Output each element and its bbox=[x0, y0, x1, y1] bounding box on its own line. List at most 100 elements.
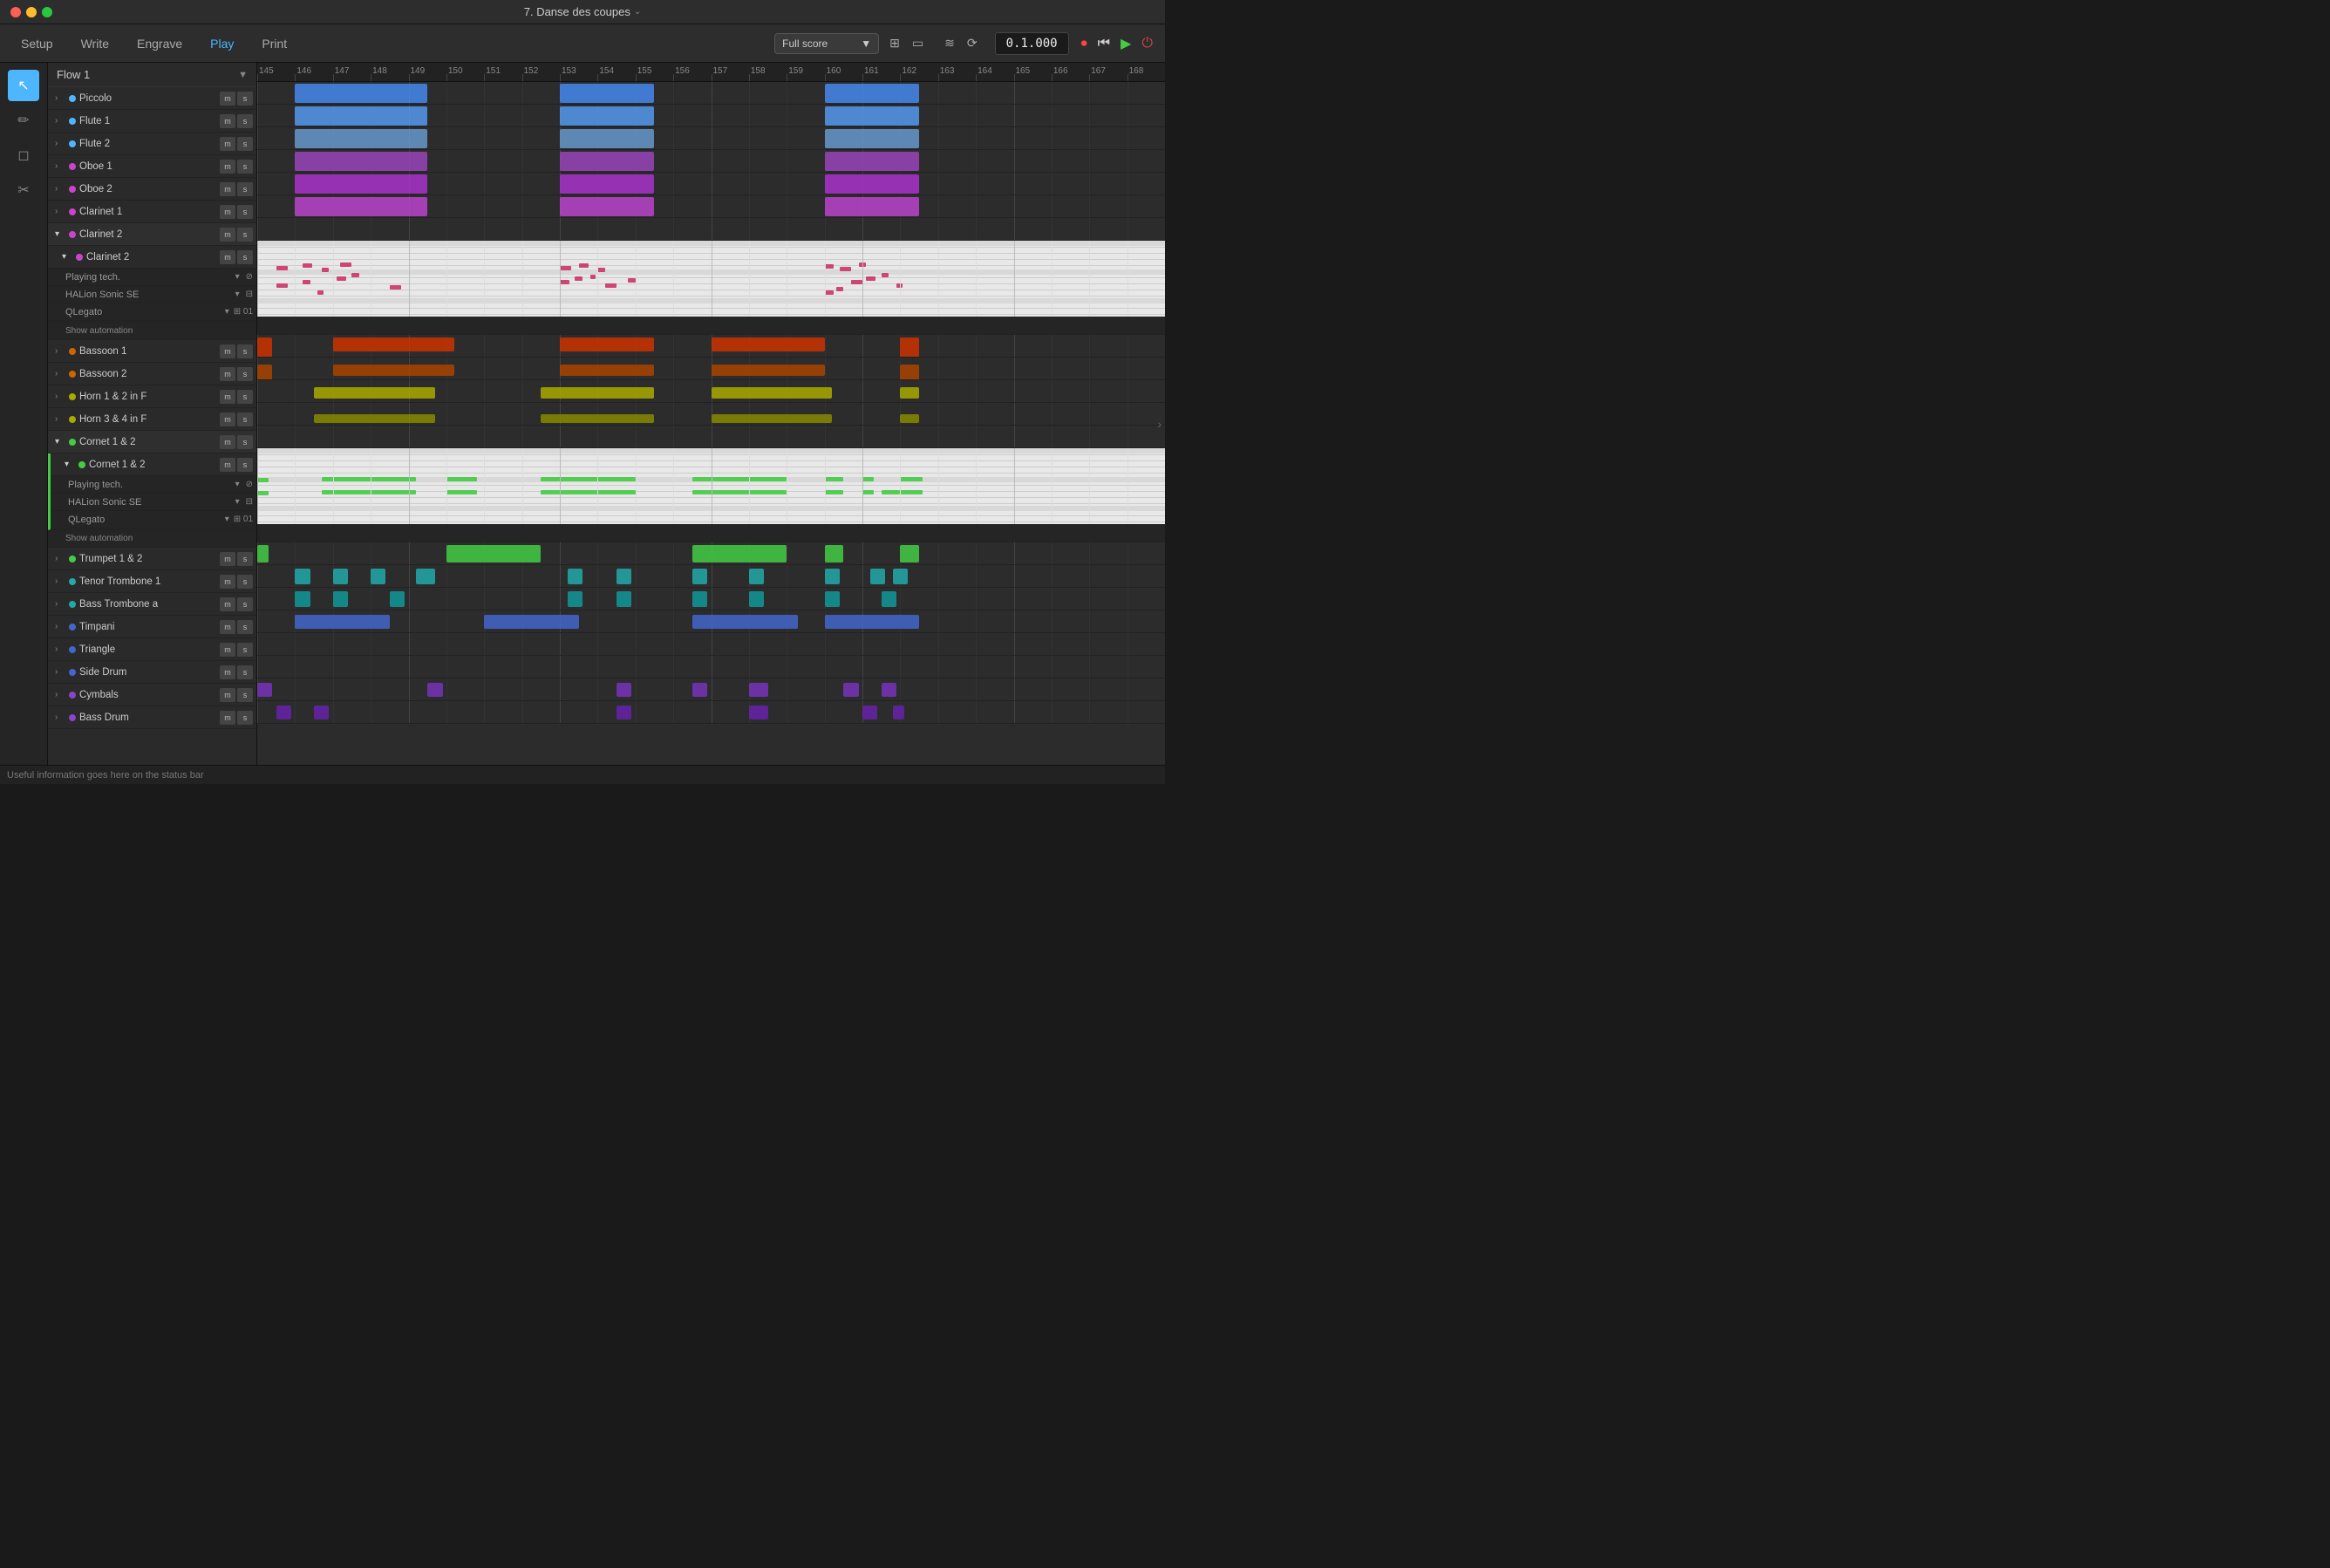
solo-button[interactable]: s bbox=[237, 182, 253, 196]
mute-button[interactable]: m bbox=[220, 367, 235, 381]
solo-button[interactable]: s bbox=[237, 344, 253, 358]
solo-button[interactable]: s bbox=[237, 552, 253, 566]
solo-button[interactable]: s bbox=[237, 412, 253, 426]
qlegato-chevron-icon[interactable]: ▾ bbox=[225, 515, 229, 524]
instrument-row-clarinet2[interactable]: ▾ Clarinet 2 m s bbox=[48, 223, 256, 246]
instrument-row-cornet12[interactable]: ▾ Cornet 1 & 2 m s bbox=[48, 431, 256, 453]
power-button[interactable]: ⏻ bbox=[1136, 32, 1158, 55]
solo-button[interactable]: s bbox=[237, 688, 253, 702]
playing-tech-chevron-icon[interactable]: ▾ bbox=[235, 272, 240, 282]
mute-button[interactable]: m bbox=[220, 390, 235, 404]
mute-button[interactable]: m bbox=[220, 205, 235, 219]
timeline-ruler[interactable]: 1451461471481491501511521531541551561571… bbox=[257, 63, 1165, 82]
instrument-row-timpani[interactable]: › Timpani m s bbox=[48, 616, 256, 638]
eraser-tool[interactable]: ◻ bbox=[8, 140, 39, 171]
solo-button[interactable]: s bbox=[237, 160, 253, 174]
tab-write[interactable]: Write bbox=[67, 31, 123, 56]
instrument-row-bass-trombone[interactable]: › Bass Trombone a m s bbox=[48, 593, 256, 616]
instrument-row-bassoon1[interactable]: › Bassoon 1 m s bbox=[48, 340, 256, 363]
solo-button[interactable]: s bbox=[237, 390, 253, 404]
solo-button[interactable]: s bbox=[237, 620, 253, 634]
mute-button[interactable]: m bbox=[220, 114, 235, 128]
solo-button[interactable]: s bbox=[237, 114, 253, 128]
mute-button[interactable]: m bbox=[220, 643, 235, 657]
tab-engrave[interactable]: Engrave bbox=[123, 31, 196, 56]
solo-button[interactable]: s bbox=[237, 711, 253, 725]
mute-button[interactable]: m bbox=[220, 435, 235, 449]
instrument-row-clarinet2-sub[interactable]: ▾ Clarinet 2 m s bbox=[48, 246, 256, 269]
qlegato-chevron-icon[interactable]: ▾ bbox=[225, 307, 229, 317]
solo-button[interactable]: s bbox=[237, 250, 253, 264]
score-selector[interactable]: Full score ▼ bbox=[774, 33, 879, 54]
playing-tech-edit-icon[interactable]: ⊘ bbox=[246, 272, 253, 282]
pencil-tool[interactable]: ✏ bbox=[8, 105, 39, 136]
window-icon[interactable]: ▭ bbox=[909, 32, 927, 54]
solo-button[interactable]: s bbox=[237, 367, 253, 381]
mute-button[interactable]: m bbox=[220, 344, 235, 358]
solo-button[interactable]: s bbox=[237, 435, 253, 449]
scissors-tool[interactable]: ✂ bbox=[8, 174, 39, 206]
halion-chevron-icon[interactable]: ▾ bbox=[235, 497, 240, 507]
instrument-row-flute1[interactable]: › Flute 1 m s bbox=[48, 110, 256, 133]
instrument-row-oboe2[interactable]: › Oboe 2 m s bbox=[48, 178, 256, 201]
mute-button[interactable]: m bbox=[220, 137, 235, 151]
mute-button[interactable]: m bbox=[220, 597, 235, 611]
halion-chevron-icon[interactable]: ▾ bbox=[235, 290, 240, 299]
mute-button[interactable]: m bbox=[220, 711, 235, 725]
halion-mixer-icon[interactable]: ⊟ bbox=[246, 497, 253, 507]
mute-button[interactable]: m bbox=[220, 228, 235, 242]
tab-play[interactable]: Play bbox=[196, 31, 248, 56]
mute-button[interactable]: m bbox=[220, 688, 235, 702]
instrument-row-tenor-trombone[interactable]: › Tenor Trombone 1 m s bbox=[48, 570, 256, 593]
close-button[interactable] bbox=[10, 7, 21, 17]
instrument-row-cornet12-sub[interactable]: ▾ Cornet 1 & 2 m s bbox=[51, 453, 256, 476]
play-button[interactable]: ▶ bbox=[1115, 31, 1136, 56]
instrument-row-horn12[interactable]: › Horn 1 & 2 in F m s bbox=[48, 385, 256, 408]
traffic-lights[interactable] bbox=[10, 7, 52, 17]
solo-button[interactable]: s bbox=[237, 643, 253, 657]
mute-button[interactable]: m bbox=[220, 552, 235, 566]
show-automation-cornet[interactable]: Show automation bbox=[48, 530, 256, 548]
mute-button[interactable]: m bbox=[220, 250, 235, 264]
mixer-icon[interactable]: ⊞ bbox=[886, 32, 903, 54]
solo-button[interactable]: s bbox=[237, 665, 253, 679]
qlegato-grid-icon[interactable]: ⊞ 01 bbox=[234, 307, 253, 317]
instrument-row-clarinet1[interactable]: › Clarinet 1 m s bbox=[48, 201, 256, 223]
solo-button[interactable]: s bbox=[237, 575, 253, 589]
maximize-button[interactable] bbox=[42, 7, 52, 17]
tab-print[interactable]: Print bbox=[248, 31, 301, 56]
solo-button[interactable]: s bbox=[237, 458, 253, 472]
record-button[interactable]: ⏺ bbox=[1076, 32, 1093, 54]
mute-button[interactable]: m bbox=[220, 665, 235, 679]
mute-button[interactable]: m bbox=[220, 160, 235, 174]
track-area[interactable]: › bbox=[257, 82, 1165, 765]
instrument-row-flute2[interactable]: › Flute 2 m s bbox=[48, 133, 256, 155]
mute-button[interactable]: m bbox=[220, 92, 235, 106]
midi-icon[interactable]: ⟳ bbox=[964, 32, 981, 54]
instrument-row-oboe1[interactable]: › Oboe 1 m s bbox=[48, 155, 256, 178]
instrument-row-trumpet12[interactable]: › Trumpet 1 & 2 m s bbox=[48, 548, 256, 570]
rewind-button[interactable]: ⏮ bbox=[1093, 32, 1115, 55]
eq-icon[interactable]: ≋ bbox=[941, 32, 958, 54]
mute-button[interactable]: m bbox=[220, 575, 235, 589]
halion-mixer-icon[interactable]: ⊟ bbox=[246, 290, 253, 299]
show-automation-clarinet[interactable]: Show automation bbox=[48, 323, 256, 340]
mute-button[interactable]: m bbox=[220, 620, 235, 634]
instrument-row-side-drum[interactable]: › Side Drum m s bbox=[48, 661, 256, 684]
tab-setup[interactable]: Setup bbox=[7, 31, 67, 56]
flow-header[interactable]: Flow 1 ▼ bbox=[48, 63, 256, 87]
pointer-tool[interactable]: ↖ bbox=[8, 70, 39, 101]
playing-tech-edit-icon[interactable]: ⊘ bbox=[246, 480, 253, 489]
instrument-row-triangle[interactable]: › Triangle m s bbox=[48, 638, 256, 661]
mute-button[interactable]: m bbox=[220, 412, 235, 426]
mute-button[interactable]: m bbox=[220, 182, 235, 196]
playing-tech-chevron-icon[interactable]: ▾ bbox=[235, 480, 240, 489]
solo-button[interactable]: s bbox=[237, 228, 253, 242]
right-scroll-chevron-icon[interactable]: › bbox=[1157, 417, 1162, 431]
instrument-row-cymbals[interactable]: › Cymbals m s bbox=[48, 684, 256, 706]
qlegato-grid-icon[interactable]: ⊞ 01 bbox=[234, 515, 253, 524]
instrument-row-horn34[interactable]: › Horn 3 & 4 in F m s bbox=[48, 408, 256, 431]
solo-button[interactable]: s bbox=[237, 205, 253, 219]
solo-button[interactable]: s bbox=[237, 92, 253, 106]
solo-button[interactable]: s bbox=[237, 137, 253, 151]
